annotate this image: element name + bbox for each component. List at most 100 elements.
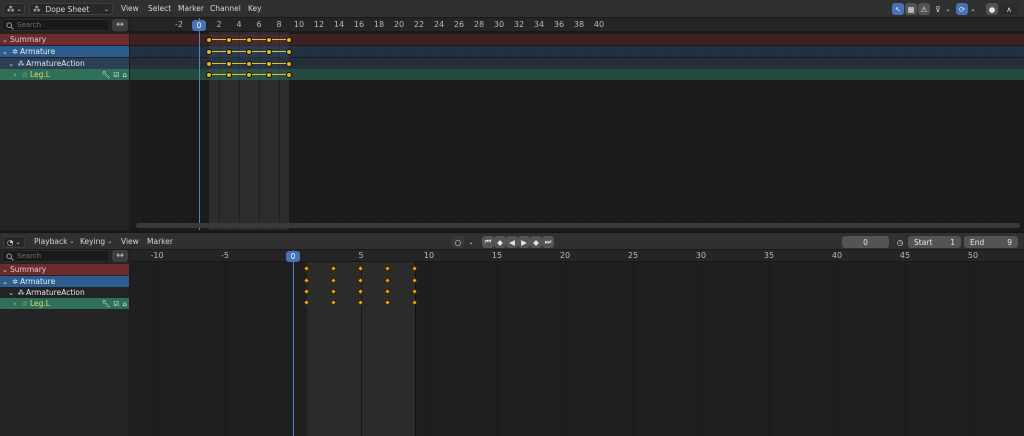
keyframe[interactable] — [206, 60, 212, 67]
keyframe[interactable] — [206, 48, 212, 55]
menu-key[interactable]: Key — [248, 0, 262, 17]
chevron-down-icon: ⌄ — [103, 5, 109, 13]
keyframe[interactable] — [246, 71, 252, 78]
ruler-tick: 40 — [593, 20, 605, 29]
chevron-down-icon: ⌄ — [69, 237, 75, 245]
ruler-tick: 10 — [293, 20, 305, 29]
box-select-icon[interactable]: ▦ — [905, 3, 917, 15]
menu-marker[interactable]: Marker — [178, 0, 204, 17]
select-tool-icon[interactable]: ↖ — [892, 3, 904, 15]
end-frame-field[interactable]: End 9 — [964, 236, 1018, 248]
auto-snap-icon[interactable]: ⟳ — [956, 3, 968, 15]
keyframe[interactable] — [286, 71, 292, 78]
lock-icon[interactable]: ⌂ — [123, 71, 127, 79]
ruler-tick: 4 — [236, 20, 242, 29]
curve-icon[interactable]: ∧ — [1000, 3, 1018, 15]
jump-end-icon[interactable]: ⏭ — [542, 236, 554, 248]
checkbox-icon[interactable]: ☑ — [113, 71, 119, 79]
grid-line — [701, 262, 702, 436]
keyframe[interactable] — [266, 36, 272, 43]
ruler-tick: 45 — [899, 251, 911, 260]
frame-ruler[interactable]: -10 -5 5 10 15 20 25 30 35 40 45 50 — [130, 250, 1024, 262]
keyframe[interactable] — [226, 71, 232, 78]
channel-armature[interactable]: ⌄ ✲ Armature — [0, 276, 129, 287]
mode-selector[interactable]: ⁂ Dope Sheet ⌄ — [29, 3, 113, 15]
menu-marker[interactable]: Marker — [147, 233, 173, 249]
bottom-channel-search[interactable]: Search — [2, 250, 110, 262]
channel-armature-action[interactable]: ⌄ ⁂ ArmatureAction — [0, 287, 129, 298]
prev-keyframe-icon[interactable]: ◆ — [494, 236, 506, 248]
channel-summary[interactable]: ⌄ Summary — [0, 264, 129, 275]
channel-label: Leg.L — [30, 70, 50, 79]
menu-keying[interactable]: Keying ⌄ — [80, 233, 112, 249]
keyframe[interactable] — [206, 71, 212, 78]
warning-icon[interactable]: ⚠ — [918, 3, 930, 15]
ruler-tick: 35 — [763, 251, 775, 260]
menu-view[interactable]: View — [121, 233, 139, 249]
bottom-timeline[interactable]: -10 -5 5 10 15 20 25 30 35 40 45 50 0 — [130, 250, 1024, 436]
keyframe[interactable] — [226, 60, 232, 67]
top-channel-search[interactable]: Search — [2, 19, 110, 31]
jump-start-icon[interactable]: ⏮ — [482, 236, 494, 248]
mode-label: Dope Sheet — [45, 4, 90, 14]
chevron-down-icon[interactable]: ⌄ — [944, 3, 952, 15]
keyframe[interactable] — [226, 48, 232, 55]
channel-leg-l[interactable]: › ☆ Leg.L 🔧︎ ☑ ⌂ — [0, 298, 129, 309]
editor-type-selector[interactable]: ⁂ ⌄ — [3, 3, 25, 15]
ruler-tick: 10 — [423, 251, 435, 260]
channel-leg-l[interactable]: › ☆ Leg.L 🔧︎ ☑ ⌂ — [0, 69, 129, 80]
keyframe[interactable] — [286, 60, 292, 67]
keyframe[interactable] — [266, 60, 272, 67]
wrench-icon[interactable]: 🔧︎ — [101, 71, 110, 79]
playhead-line[interactable] — [199, 18, 200, 230]
keyframe[interactable] — [206, 36, 212, 43]
keyframe[interactable] — [286, 48, 292, 55]
current-frame-field[interactable]: 0 — [842, 236, 889, 248]
keyframe[interactable] — [286, 36, 292, 43]
proportional-editing-icon[interactable]: ● — [986, 3, 998, 15]
ruler-tick: 22 — [413, 20, 425, 29]
swap-icon[interactable]: ↔ — [112, 19, 128, 31]
menu-channel[interactable]: Channel — [210, 0, 241, 17]
playhead-frame-label[interactable]: 0 — [286, 251, 300, 262]
chevron-down-icon[interactable]: ⌄ — [969, 3, 977, 15]
swap-icon[interactable]: ↔ — [112, 250, 128, 262]
keyframe[interactable] — [246, 60, 252, 67]
start-frame-field[interactable]: Start 1 — [908, 236, 961, 248]
keyframe[interactable] — [266, 48, 272, 55]
wrench-icon[interactable]: 🔧︎ — [101, 300, 110, 308]
search-placeholder: Search — [17, 21, 42, 29]
frame-ruler[interactable]: -2 2 4 6 8 10 12 14 16 18 20 22 24 26 28 30 32 34 36 38 40 — [130, 18, 1024, 32]
expand-arrow-icon: ⌄ — [2, 47, 8, 56]
editor-type-selector[interactable]: ◔ ⌄ — [3, 236, 25, 248]
keyframe[interactable] — [226, 36, 232, 43]
grid-line — [497, 262, 498, 436]
playhead-line[interactable] — [293, 250, 294, 436]
playhead-frame-label[interactable]: 0 — [192, 20, 206, 31]
play-icon[interactable]: ▶ — [518, 236, 530, 248]
play-reverse-icon[interactable]: ◀ — [506, 236, 518, 248]
menu-view[interactable]: View — [121, 0, 139, 17]
armature-icon: ✲ — [12, 47, 18, 56]
ruler-tick: 24 — [433, 20, 445, 29]
channel-summary[interactable]: ⌄ Summary — [0, 34, 129, 45]
channel-armature[interactable]: ⌄ ✲ Armature — [0, 46, 129, 57]
checkbox-icon[interactable]: ☑ — [113, 300, 119, 308]
chevron-down-icon[interactable]: ⌄ — [466, 236, 476, 248]
record-icon[interactable]: ○ — [452, 236, 464, 248]
lock-icon[interactable]: ⌂ — [123, 300, 127, 308]
keyframe[interactable] — [246, 48, 252, 55]
ruler-tick: -2 — [175, 20, 183, 29]
channel-armature-action[interactable]: ⌄ ⁂ ArmatureAction — [0, 58, 129, 69]
expand-arrow-icon: ⌄ — [2, 265, 8, 274]
keyframe[interactable] — [266, 71, 272, 78]
next-keyframe-icon[interactable]: ◆ — [530, 236, 542, 248]
keyframe[interactable] — [246, 36, 252, 43]
menu-playback[interactable]: Playback ⌄ — [34, 233, 75, 249]
stopwatch-icon[interactable]: ◷ — [894, 236, 906, 248]
search-placeholder: Search — [17, 252, 42, 260]
top-timeline[interactable]: -2 2 4 6 8 10 12 14 16 18 20 22 24 26 28 30 32 34 36 38 40 0 — [130, 18, 1024, 230]
horizontal-scrollbar[interactable] — [136, 223, 1020, 228]
filter-icon[interactable]: ⊽ — [932, 3, 944, 15]
menu-select[interactable]: Select — [148, 0, 171, 17]
